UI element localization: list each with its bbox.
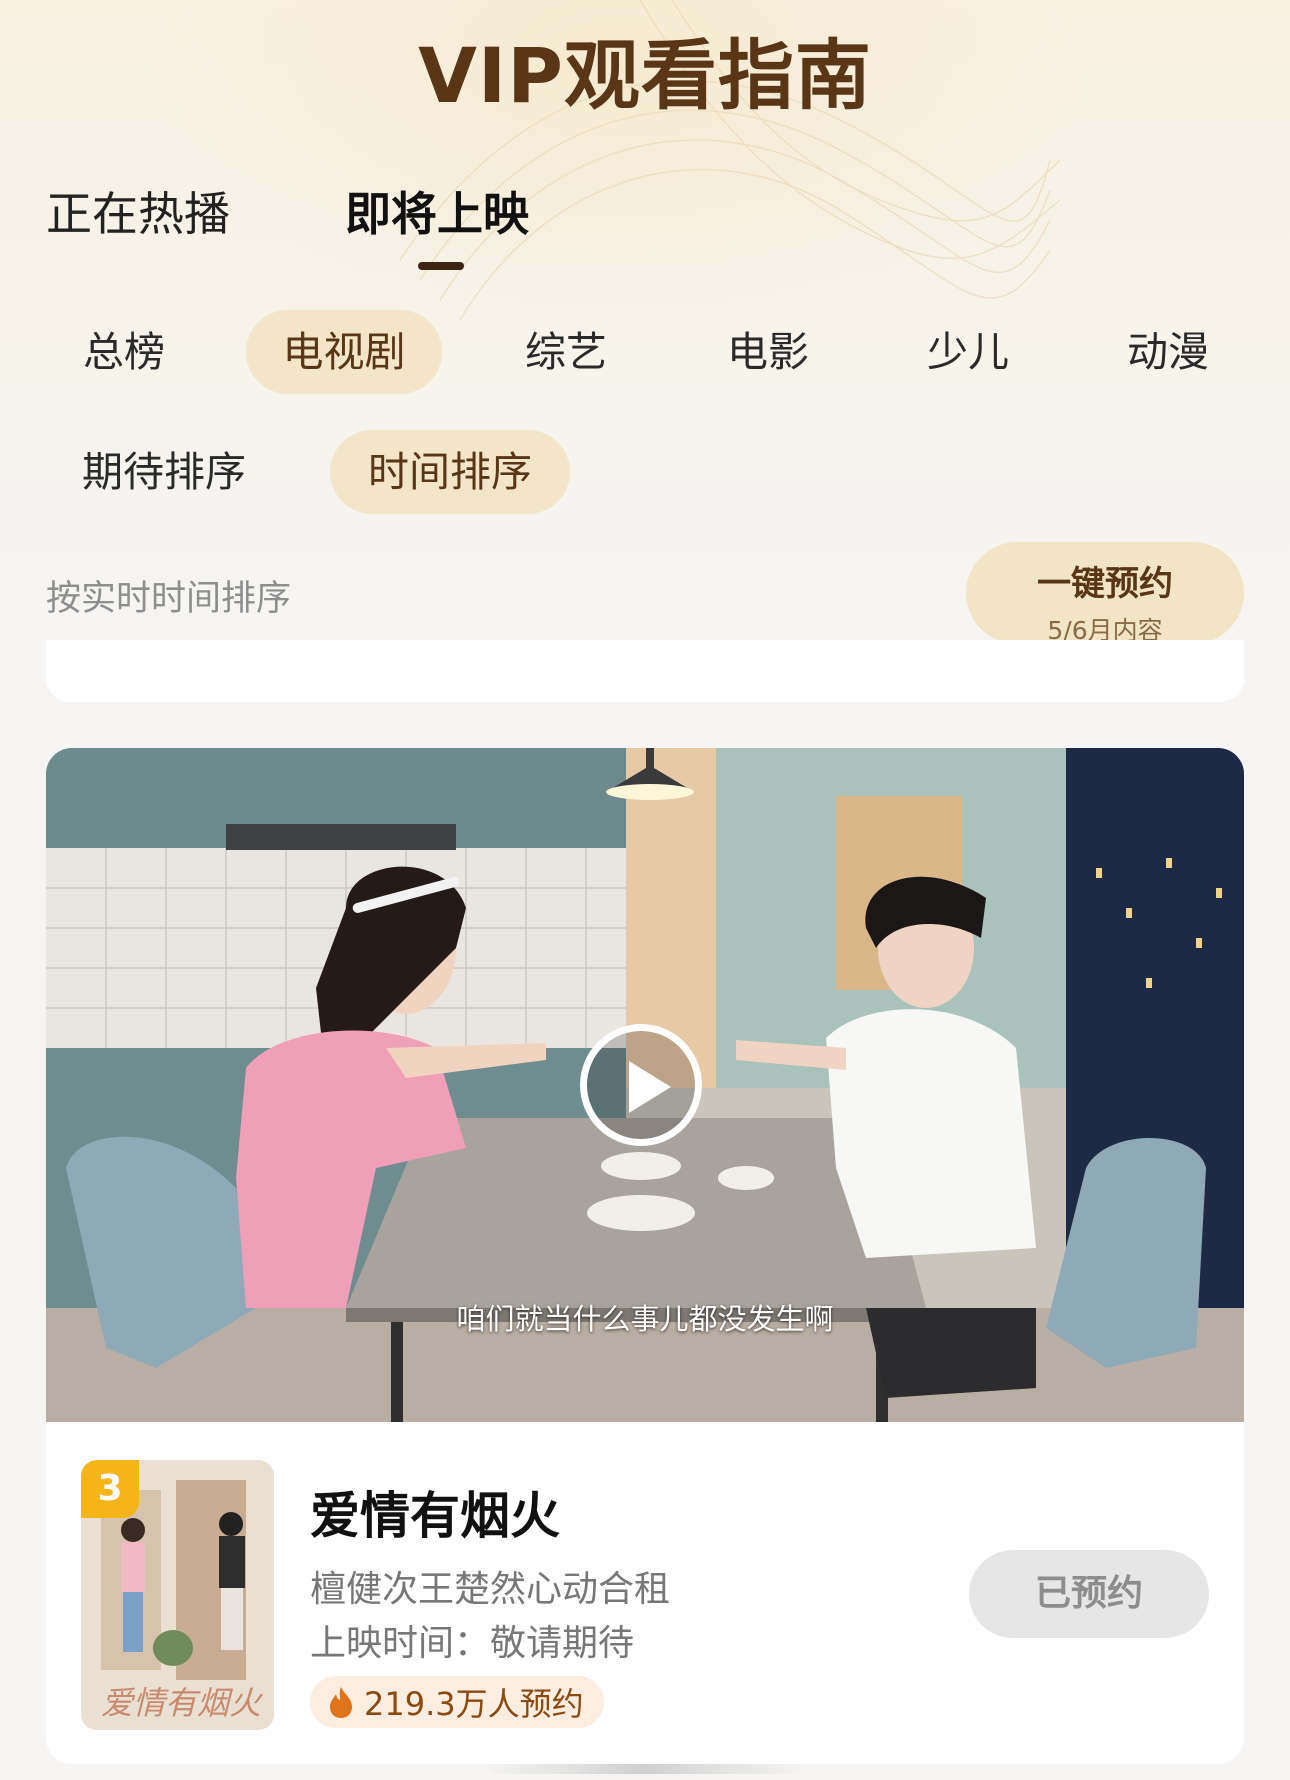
book-all-label: 一键预约 bbox=[1037, 564, 1173, 604]
fire-icon bbox=[330, 1687, 352, 1718]
play-button[interactable] bbox=[580, 1024, 702, 1146]
chip-anime[interactable]: 动漫 bbox=[1108, 310, 1228, 394]
page-title: VIP观看指南 bbox=[418, 31, 872, 120]
tab-coming-soon[interactable]: 即将上映 bbox=[345, 178, 529, 244]
show-description: 檀健次王楚然心动合租 bbox=[310, 1569, 671, 1610]
video-subtitle: 咱们就当什么事儿都没发生啊 bbox=[456, 1302, 834, 1336]
chip-kids[interactable]: 少儿 bbox=[908, 310, 1028, 394]
rank-badge: 3 bbox=[81, 1460, 139, 1518]
booked-count: 219.3万人预约 bbox=[364, 1685, 584, 1723]
show-title[interactable]: 爱情有烟火 bbox=[310, 1476, 560, 1548]
home-indicator bbox=[484, 1764, 804, 1774]
chip-tv-series[interactable]: 电视剧 bbox=[246, 310, 442, 394]
booked-count-badge: 219.3万人预约 bbox=[310, 1676, 604, 1728]
sort-hint: 按实时时间排序 bbox=[46, 579, 292, 619]
chip-movies[interactable]: 电影 bbox=[708, 310, 828, 394]
reserved-button[interactable]: 已预约 bbox=[969, 1550, 1209, 1638]
vip-guide-page: VIP观看指南 正在热播 即将上映 总榜 电视剧 综艺 电影 少儿 动漫 期待排… bbox=[0, 0, 1290, 1780]
show-poster[interactable]: 3 爱情有烟火 bbox=[81, 1460, 274, 1730]
book-all-button[interactable]: 一键预约 5/6月内容 bbox=[966, 542, 1244, 645]
release-date: 上映时间：敬请期待 bbox=[310, 1623, 635, 1664]
previous-card-bottom bbox=[46, 640, 1244, 702]
chip-sort-time[interactable]: 时间排序 bbox=[330, 430, 570, 514]
chip-sort-anticipation[interactable]: 期待排序 bbox=[64, 430, 264, 514]
poster-title: 爱情有烟火 bbox=[101, 1684, 262, 1722]
show-card: 咱们就当什么事儿都没发生啊 3 爱情有烟火 爱情有烟火 檀健次王楚然心动合租 上… bbox=[46, 748, 1244, 1764]
tab-now-playing[interactable]: 正在热播 bbox=[46, 178, 230, 244]
chip-overall[interactable]: 总榜 bbox=[64, 310, 184, 394]
video-preview[interactable]: 咱们就当什么事儿都没发生啊 bbox=[46, 748, 1244, 1422]
active-tab-indicator bbox=[418, 262, 464, 270]
chip-variety[interactable]: 综艺 bbox=[506, 310, 626, 394]
